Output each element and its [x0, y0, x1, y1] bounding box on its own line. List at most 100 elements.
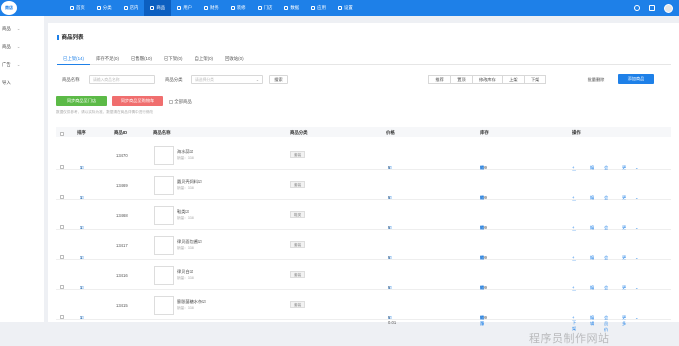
- sync-store-button[interactable]: 同步商品至门店: [56, 96, 107, 106]
- product-thumbnail[interactable]: [154, 236, 174, 255]
- tab-off-shelf[interactable]: 已下架(0): [158, 55, 189, 65]
- edit-icon[interactable]: ☑: [388, 195, 392, 200]
- category-select[interactable]: 请选择分类 ⌄: [191, 75, 263, 84]
- unshelve-button[interactable]: 下架: [523, 75, 547, 84]
- product-thumbnail[interactable]: [154, 266, 174, 285]
- col-id: 商品ID: [114, 129, 128, 135]
- chevron-down-icon[interactable]: ⌄: [635, 285, 639, 290]
- chevron-down-icon[interactable]: ⌄: [635, 225, 639, 230]
- search-button[interactable]: 搜索: [269, 75, 288, 84]
- checkbox[interactable]: [60, 225, 64, 229]
- tab-self-shelf[interactable]: 自上架(0): [188, 55, 219, 65]
- product-thumbnail[interactable]: [154, 176, 174, 195]
- chevron-down-icon[interactable]: ⌄: [635, 195, 639, 200]
- tab-on-sale[interactable]: 已上架(14): [57, 55, 90, 65]
- nav-label: 店内: [129, 5, 139, 10]
- category-tag: 套装: [290, 271, 306, 278]
- product-name[interactable]: 海水蒜☑: [177, 149, 193, 155]
- product-sales: 销量：338: [177, 186, 194, 190]
- col-stock: 库存: [480, 129, 489, 135]
- product-thumbnail[interactable]: [154, 296, 174, 315]
- edit-icon[interactable]: ☑: [80, 285, 84, 290]
- table-row: 1 ☑13416律贝白☑销量：338套装¥ 0.01 ☑999 ☑ 推荐 置顶+…: [56, 261, 671, 302]
- shelve-button[interactable]: 上架: [502, 75, 525, 84]
- nav-apps[interactable]: 应用: [305, 0, 332, 16]
- edit-icon[interactable]: ☑: [388, 255, 392, 260]
- checkbox[interactable]: [60, 165, 64, 169]
- product-name[interactable]: 鞋类☑: [177, 209, 189, 215]
- edit-icon[interactable]: ☑: [80, 315, 84, 320]
- edit-icon[interactable]: ☑: [388, 285, 392, 290]
- sidebar-item[interactable]: 广告 ⌄: [2, 62, 20, 68]
- search-icon[interactable]: [634, 5, 640, 11]
- edit-icon[interactable]: ☑: [388, 165, 392, 170]
- recommend-button[interactable]: 推荐: [428, 75, 451, 84]
- nav-category[interactable]: 分类: [91, 0, 118, 16]
- sidebar-item[interactable]: 商品 ⌄: [2, 44, 20, 50]
- edit-icon[interactable]: ☑: [80, 225, 84, 230]
- nav-finance[interactable]: 财务: [198, 0, 225, 16]
- checkbox[interactable]: [60, 315, 64, 319]
- settings-icon: [337, 6, 342, 10]
- edit-icon[interactable]: ☑: [80, 165, 84, 170]
- sync-cart-button[interactable]: 同步商品至购物车: [112, 96, 163, 106]
- nav-home[interactable]: 首页: [64, 0, 91, 16]
- avatar[interactable]: [664, 3, 673, 13]
- checkbox[interactable]: [169, 99, 173, 104]
- tab-sold-out[interactable]: 已售罄(10): [125, 55, 158, 65]
- add-goods-button[interactable]: 添加商品: [618, 74, 654, 84]
- batch-delete-button[interactable]: 批量删除: [580, 75, 612, 84]
- edit-stock-button[interactable]: 修改库存: [472, 75, 503, 84]
- nav-shop[interactable]: 门店: [252, 0, 279, 16]
- edit-icon[interactable]: ☑: [388, 315, 392, 320]
- edit-icon[interactable]: ☑: [80, 255, 84, 260]
- app-logo[interactable]: 商店: [1, 1, 17, 15]
- apps-icon: [311, 6, 316, 10]
- col-price: 价格: [386, 129, 395, 135]
- product-thumbnail[interactable]: [154, 206, 174, 225]
- nav-store[interactable]: 店内: [118, 0, 145, 16]
- category-tag: 套装: [290, 151, 306, 158]
- chevron-down-icon: ⌄: [255, 78, 259, 82]
- product-name[interactable]: 律贝面包酱☑: [177, 239, 202, 245]
- pin-button[interactable]: 置顶: [450, 75, 473, 84]
- checkbox[interactable]: [60, 132, 64, 136]
- tab-recycle[interactable]: 回收站(0): [219, 55, 250, 65]
- nav-settings[interactable]: 设置: [332, 0, 359, 16]
- nav-data[interactable]: 数据: [278, 0, 305, 16]
- decorate-icon: [230, 6, 235, 10]
- edit-link[interactable]: 编辑: [590, 315, 594, 327]
- select-all-label: 全部商品: [174, 99, 192, 104]
- category-select-value: 请选择分类: [195, 78, 214, 82]
- chevron-down-icon[interactable]: ⌄: [635, 315, 639, 320]
- chevron-down-icon[interactable]: ⌄: [635, 255, 639, 260]
- checkbox[interactable]: [60, 255, 64, 259]
- sidebar-item[interactable]: 商品 ⌄: [2, 26, 20, 32]
- top-right-tools: [634, 0, 673, 16]
- nav-goods[interactable]: 商品: [144, 0, 172, 16]
- sidebar-item[interactable]: 导入: [2, 80, 11, 86]
- tab-low-stock[interactable]: 库存不足(0): [90, 55, 125, 65]
- checkbox[interactable]: [60, 285, 64, 289]
- checkbox[interactable]: [60, 195, 64, 199]
- category-tag: 套装: [290, 241, 306, 248]
- row-id: 13468: [116, 213, 128, 218]
- nav-label: 分类: [102, 5, 112, 10]
- nav-user[interactable]: 用户: [171, 0, 198, 16]
- select-all-goods[interactable]: 全部商品: [169, 99, 192, 105]
- product-name[interactable]: 圆贝壳饲料☑: [177, 179, 202, 185]
- name-search-input[interactable]: 请输入商品名称: [89, 75, 155, 84]
- pin-link[interactable]: 置顶: [480, 315, 484, 327]
- product-thumbnail[interactable]: [154, 146, 174, 165]
- chevron-down-icon[interactable]: ⌄: [635, 165, 639, 170]
- edit-icon[interactable]: ☑: [388, 225, 392, 230]
- nav-label: 首页: [76, 5, 85, 10]
- nav-decorate[interactable]: 装修: [225, 0, 252, 16]
- row-id: 13416: [116, 273, 128, 278]
- product-name[interactable]: 律贝白☑: [177, 269, 193, 275]
- status-tabs: 已上架(14) 库存不足(0) 已售罄(10) 已下架(0) 自上架(0) 回收…: [57, 55, 671, 65]
- bell-icon[interactable]: [649, 5, 655, 11]
- product-name[interactable]: 膨胀菌糖水杂☑: [177, 299, 206, 305]
- edit-icon[interactable]: ☑: [80, 195, 84, 200]
- more-link[interactable]: 更多: [622, 315, 626, 327]
